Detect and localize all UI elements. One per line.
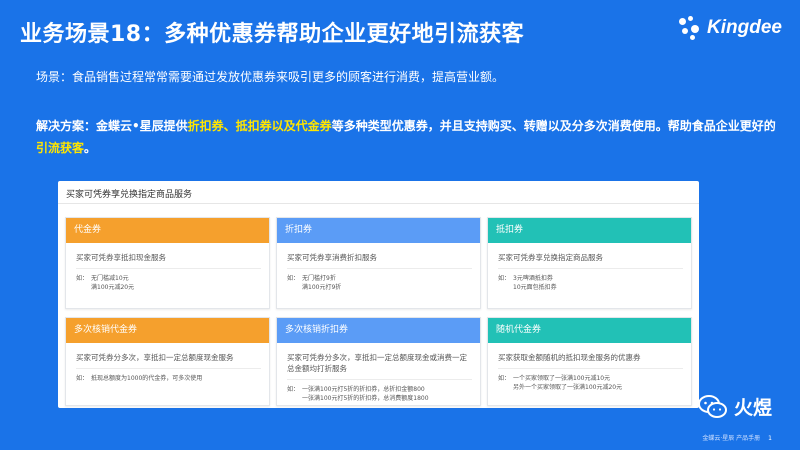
coupon-example-line: 10元面包抵扣券 [513, 284, 557, 291]
coupon-card-example: 如： 无门槛打9折 满100元打9折 [287, 274, 472, 292]
kingdee-logo: Kingdee [679, 16, 782, 40]
coupon-card-description: 买家可凭券分多次，享抵扣一定总额度现金或消费一定总金额均打折服务 [287, 352, 472, 380]
solution-suffix: 。 [84, 141, 97, 155]
coupon-card-example: 如： 一个买家领取了一张满100元减10元另外一个买家领取了一张满100元减20元 [498, 374, 683, 392]
logo-text: Kingdee [707, 17, 782, 38]
footer-label: 金蝶云·星辰 产品手册 [702, 435, 761, 442]
page-number: 1 [768, 435, 772, 442]
coupon-example-line: 一张满100元打5折的折扣券，总消费额度1800 [302, 395, 429, 402]
coupon-card-title: 折扣券 [277, 218, 480, 243]
coupon-example-label: 如： [76, 375, 89, 382]
solution-prefix: 解决方案：金蝶云•星辰提供 [36, 119, 188, 133]
panel-divider [58, 203, 699, 204]
watermark-text: 火煜 [733, 397, 772, 419]
coupon-example-line: 一张满100元打5折的折扣券，总折扣金额800 [302, 386, 425, 393]
coupon-card-description: 买家可凭券享抵扣现金服务 [76, 252, 261, 269]
page-title: 业务场景18：多种优惠券帮助企业更好地引流获客 [20, 22, 525, 47]
coupon-example-label: 如： [287, 275, 300, 282]
coupon-example-line: 满100元减20元 [91, 284, 135, 291]
coupon-example-line: 满100元打9折 [302, 284, 342, 291]
coupon-card-title: 多次核销代金券 [66, 318, 269, 343]
coupon-card-title: 代金券 [66, 218, 269, 243]
coupon-card-example: 如： 无门槛减10元 满100元减20元 [76, 274, 261, 292]
coupon-example-label: 如： [498, 375, 511, 382]
coupon-card-description: 买家可凭券享消费折扣服务 [287, 252, 472, 269]
coupon-card: 折扣券 买家可凭券享消费折扣服务 如： 无门槛打9折 满100元打9折 [276, 217, 481, 309]
coupon-card: 多次核销代金券买家可凭券分多次，享抵扣一定总额度现金服务如： 抵现总额度为1000… [65, 317, 270, 406]
coupon-card-description: 买家可凭券享兑换指定商品服务 [498, 252, 683, 269]
coupon-card-title: 抵扣券 [488, 218, 691, 243]
coupon-card-title: 多次核销折扣券 [277, 318, 480, 343]
coupon-card-example: 如： 一张满100元打5折的折扣券，总折扣金额800 一张满100元打5折的折扣券，… [287, 385, 472, 403]
coupon-example-line: 抵现总额度为1000的代金券，可多次使用 [91, 375, 203, 382]
footer: 金蝶云·星辰 产品手册 1 [702, 433, 772, 442]
coupon-card-description: 买家获取金额随机的抵扣现金服务的优惠券 [498, 352, 683, 369]
coupon-example-line: 无门槛打9折 [302, 275, 336, 282]
coupon-example-label: 如： [498, 275, 511, 282]
coupon-example-line: 一个买家领取了一张满100元减10元 [513, 375, 611, 382]
coupon-card-example: 如： 抵现总额度为1000的代金券，可多次使用 [76, 374, 261, 383]
coupon-card: 多次核销折扣券 买家可凭券分多次，享抵扣一定总额度现金或消费一定总金额均打折服务如… [276, 317, 481, 406]
coupon-card-title: 随机代金券 [488, 318, 691, 343]
wechat-watermark: 火煜 [697, 393, 772, 420]
solution-highlight-coupons: 折扣券、抵扣券以及代金券 [187, 119, 332, 133]
coupon-example-line: 3元啤酒抵扣券 [513, 275, 553, 282]
coupon-example-label: 如： [76, 275, 89, 282]
coupon-card: 随机代金券 买家获取金额随机的抵扣现金服务的优惠券 如： 一个买家领取了一张满100元… [487, 317, 692, 406]
coupon-card: 代金券 买家可凭券享抵扣现金服务 如： 无门槛减10元 满100元减20元 [65, 217, 270, 309]
solution-middle: 等多种类型优惠券，并且支持购买、转赠以及分多次消费使用。帮助食品企业更好的 [331, 119, 776, 133]
coupon-card-example: 如： 3元啤酒抵扣券 10元面包抵扣券 [498, 274, 683, 292]
kingdee-logo-icon [679, 16, 701, 40]
coupon-card-description: 买家可凭券分多次，享抵扣一定总额度现金服务 [76, 352, 261, 369]
coupon-card: 抵扣券买家可凭券享兑换指定商品服务如： 3元啤酒抵扣券 10元面包抵扣券 [487, 217, 692, 309]
solution-text: 解决方案：金蝶云•星辰提供折扣券、抵扣券以及代金券等多种类型优惠券，并且支持购买… [36, 115, 776, 159]
wechat-icon [697, 394, 728, 420]
solution-highlight-traffic: 引流获客 [36, 141, 85, 155]
coupon-panel: 买家可凭券享兑换指定商品服务 代金券 买家可凭券享抵扣现金服务 如： 无门槛减10元满… [58, 181, 699, 408]
scene-text: 场景：食品销售过程常常需要通过发放优惠券来吸引更多的顾客进行消费，提高营业额。 [36, 70, 505, 84]
panel-heading: 买家可凭券享兑换指定商品服务 [66, 190, 193, 200]
coupon-example-line: 另外一个买家领取了一张满100元减20元 [513, 384, 623, 391]
coupon-example-line: 无门槛减10元 [91, 275, 129, 282]
coupon-example-label: 如： [287, 386, 300, 393]
